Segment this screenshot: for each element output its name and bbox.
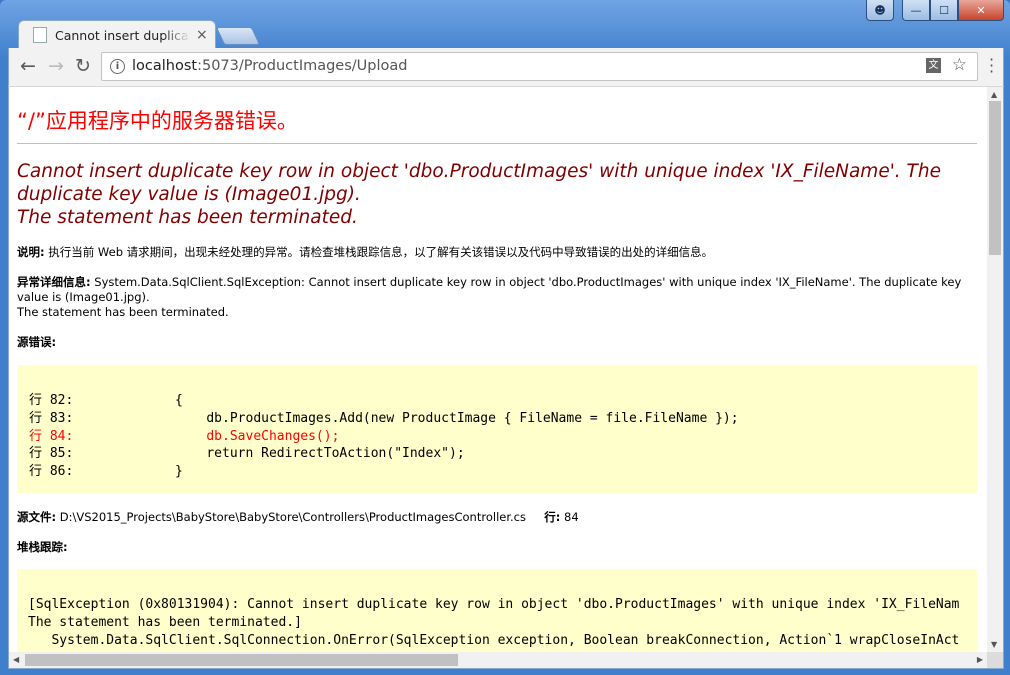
line-label: 行: bbox=[544, 510, 561, 524]
error-title-line: duplicate key value is (Image01.jpg). bbox=[17, 184, 361, 205]
url-host: localhost bbox=[132, 58, 198, 74]
source-line-highlighted: 行 84: db.SaveChanges(); bbox=[29, 428, 340, 444]
scroll-right-icon[interactable]: ▶ bbox=[977, 655, 983, 664]
forward-button[interactable]: → bbox=[45, 55, 67, 77]
reload-button[interactable]: ↻ bbox=[72, 55, 94, 77]
source-line: 行 83: db.ProductImages.Add(new ProductIm… bbox=[29, 410, 739, 426]
translate-icon[interactable]: 文 bbox=[926, 58, 941, 73]
tab-strip: Cannot insert duplicate key row × bbox=[8, 18, 998, 49]
source-file: 源文件: D:\VS2015_Projects\BabyStore\BabySt… bbox=[17, 510, 977, 525]
source-file-path: D:\VS2015_Projects\BabyStore\BabyStore\C… bbox=[56, 510, 526, 524]
exception-text: System.Data.SqlClient.SqlException: Cann… bbox=[17, 275, 962, 304]
error-title-line: The statement has been terminated. bbox=[17, 207, 358, 228]
horizontal-scroll-thumb[interactable] bbox=[25, 654, 458, 666]
stack-line: System.Data.SqlClient.SqlConnection.OnEr… bbox=[28, 633, 960, 648]
source-code-block: 行 82: { 行 83: db.ProductImages.Add(new P… bbox=[17, 365, 977, 493]
source-line: 行 85: return RedirectToAction("Index"); bbox=[29, 446, 465, 462]
line-number: 84 bbox=[560, 510, 579, 524]
address-bar[interactable]: i localhost:5073/ProductImages/Upload 文 … bbox=[101, 52, 978, 81]
page-viewport: “/”应用程序中的服务器错误。 Cannot insert duplicate … bbox=[8, 86, 1004, 669]
new-tab-button[interactable] bbox=[215, 27, 261, 45]
description: 说明: 执行当前 Web 请求期间，出现未经处理的异常。请检查堆栈跟踪信息，以了… bbox=[17, 245, 977, 260]
page-heading: “/”应用程序中的服务器错误。 bbox=[17, 109, 298, 133]
error-title-line: Cannot insert duplicate key row in objec… bbox=[17, 161, 941, 182]
error-title: Cannot insert duplicate key row in objec… bbox=[17, 160, 977, 229]
page-content: “/”应用程序中的服务器错误。 Cannot insert duplicate … bbox=[17, 87, 977, 652]
browser-window: ☻ — ☐ ✕ Cannot insert duplicate key row … bbox=[0, 0, 1010, 675]
exception-text-2: The statement has been terminated. bbox=[17, 305, 229, 319]
divider bbox=[17, 143, 977, 144]
stack-trace: [SqlException (0x80131904): Cannot inser… bbox=[28, 596, 959, 650]
horizontal-scrollbar[interactable]: ◀ ▶ bbox=[9, 652, 987, 668]
back-button[interactable]: ← bbox=[17, 55, 39, 77]
source-error-label: 源错误: bbox=[17, 335, 57, 349]
scrollbar-corner bbox=[987, 652, 1003, 668]
url-path: :5073/ProductImages/Upload bbox=[197, 58, 408, 74]
menu-icon[interactable]: · · · bbox=[989, 52, 995, 80]
description-text: 执行当前 Web 请求期间，出现未经处理的异常。请检查堆栈跟踪信息，以了解有关该… bbox=[44, 245, 714, 259]
exception-label: 异常详细信息: bbox=[17, 275, 91, 289]
vertical-scroll-thumb[interactable] bbox=[989, 101, 1001, 255]
source-line: 行 82: { bbox=[29, 393, 183, 408]
close-tab-icon[interactable]: × bbox=[196, 27, 208, 43]
url-text[interactable]: localhost:5073/ProductImages/Upload bbox=[132, 58, 407, 74]
stack-line: The statement has been terminated.] bbox=[28, 615, 302, 630]
scroll-left-icon[interactable]: ◀ bbox=[13, 655, 19, 664]
stack-trace-block: [SqlException (0x80131904): Cannot inser… bbox=[17, 569, 977, 652]
scroll-down-icon[interactable]: ▼ bbox=[991, 640, 997, 649]
bookmark-star-icon[interactable]: ☆ bbox=[952, 55, 967, 75]
exception-details: 异常详细信息: System.Data.SqlClient.SqlExcepti… bbox=[17, 275, 977, 320]
source-error-heading: 源错误: bbox=[17, 335, 977, 350]
tab-title: Cannot insert duplicate key row bbox=[55, 27, 190, 43]
stack-trace-heading: 堆栈跟踪: bbox=[17, 540, 977, 555]
stack-line: [SqlException (0x80131904): Cannot inser… bbox=[28, 597, 960, 612]
page-icon bbox=[33, 27, 47, 43]
vertical-scrollbar[interactable]: ▲ ▼ bbox=[987, 87, 1003, 652]
description-label: 说明: bbox=[17, 245, 45, 259]
source-file-label: 源文件: bbox=[17, 510, 57, 524]
source-line: 行 86: } bbox=[29, 464, 183, 480]
stack-trace-label: 堆栈跟踪: bbox=[17, 540, 68, 554]
browser-toolbar: ← → ↻ i localhost:5073/ProductImages/Upl… bbox=[8, 48, 1004, 86]
info-icon[interactable]: i bbox=[110, 59, 125, 74]
source-code: 行 82: { 行 83: db.ProductImages.Add(new P… bbox=[29, 392, 739, 481]
scroll-up-icon[interactable]: ▲ bbox=[991, 90, 997, 99]
tab-active[interactable]: Cannot insert duplicate key row × bbox=[18, 20, 216, 49]
